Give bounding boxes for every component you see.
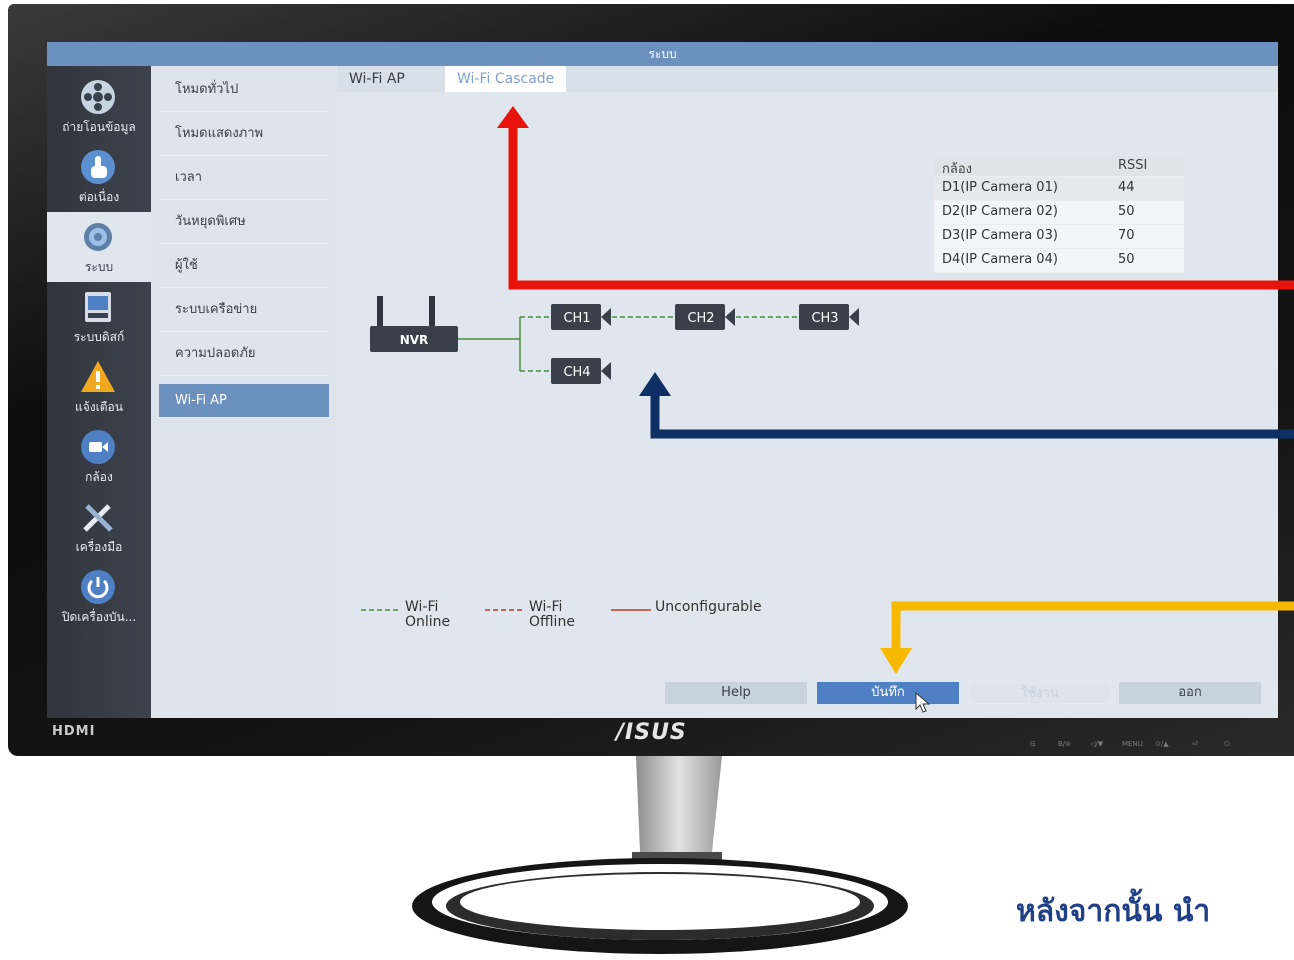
monitor-button-up[interactable]: ⊙/▲ — [1155, 740, 1169, 748]
monitor-button-menu[interactable]: MENU — [1122, 740, 1143, 748]
monitor-button-volume[interactable]: ◁/▼ — [1090, 740, 1103, 748]
hdmi-logo: HDMI — [52, 724, 96, 739]
yellow-arrow — [880, 601, 1294, 674]
navy-arrow — [639, 372, 1294, 439]
monitor-button-enter[interactable]: ⏎ — [1192, 740, 1198, 748]
annotation-arrows — [497, 106, 1294, 674]
monitor-button-brightness[interactable]: B/⊜ — [1058, 740, 1071, 748]
red-arrow — [497, 106, 1294, 290]
monitor-button-input[interactable]: ⊟ — [1030, 740, 1036, 748]
monitor-power-button[interactable]: ⏻ — [1224, 740, 1230, 749]
asus-logo: /ISUS — [616, 720, 687, 745]
caption-text: หลังจากนั้น นำ — [1016, 894, 1211, 929]
